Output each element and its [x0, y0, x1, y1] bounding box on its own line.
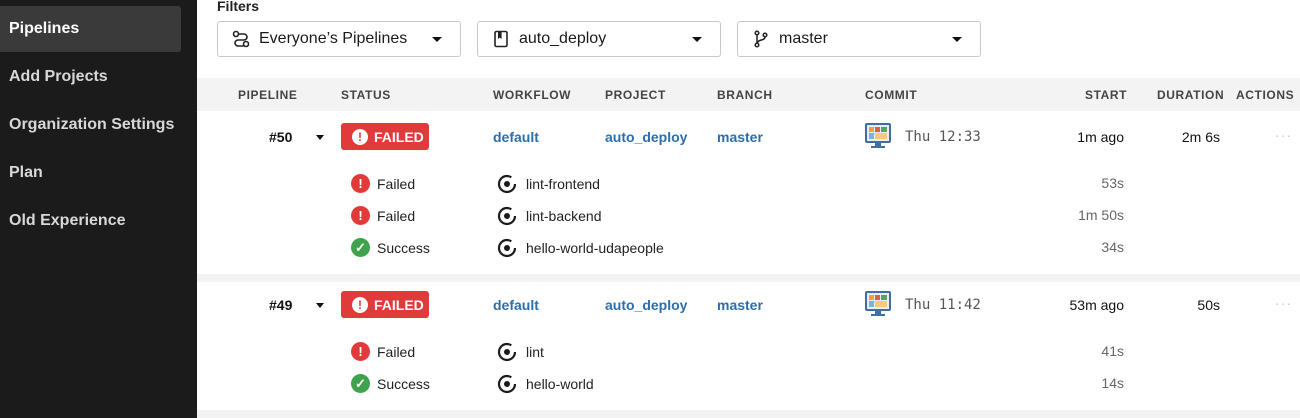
filters-label: Filters	[217, 0, 260, 14]
project-filter-dropdown[interactable]: auto_deploy	[477, 21, 721, 57]
exclamation-circle-icon: !	[351, 174, 370, 193]
pipelines-icon	[232, 30, 250, 48]
pipeline-duration: 2m 6s	[1181, 129, 1220, 145]
group-divider	[197, 410, 1300, 418]
avatar[interactable]	[864, 289, 892, 317]
job-status-label: Success	[377, 239, 430, 256]
sidebar-item-add-projects[interactable]: Add Projects	[0, 54, 181, 100]
header-project: PROJECT	[605, 88, 666, 102]
job-name[interactable]: hello-world	[526, 376, 594, 392]
branch-icon	[752, 30, 770, 48]
pipeline-number[interactable]: #49	[269, 297, 292, 313]
exclamation-circle-icon: !	[351, 206, 370, 225]
chevron-down-icon[interactable]	[316, 303, 324, 308]
pipeline-row-49: #49 ! FAILED default auto_deploy master …	[197, 282, 1300, 410]
job-ring-icon	[497, 374, 517, 394]
job-ring-icon	[497, 342, 517, 362]
chevron-down-icon	[692, 37, 702, 42]
job-link[interactable]: hello-world-udapeople	[497, 238, 664, 258]
header-workflow: WORKFLOW	[493, 88, 572, 102]
pipeline-row-50: #50 ! FAILED default auto_deploy master …	[197, 111, 1300, 274]
header-commit: COMMIT	[865, 88, 918, 102]
pipeline-duration: 50s	[1197, 297, 1220, 313]
pipelines-filter-dropdown[interactable]: Everyone’s Pipelines	[217, 21, 461, 57]
project-filter-value: auto_deploy	[519, 30, 607, 47]
header-pipeline: PIPELINE	[238, 88, 298, 102]
status-badge[interactable]: ! FAILED	[341, 123, 429, 150]
branch-filter-value: master	[779, 30, 828, 47]
bookmark-icon	[492, 30, 510, 48]
avatar[interactable]	[864, 121, 892, 149]
sidebar-item-organization-settings[interactable]: Organization Settings	[0, 102, 181, 148]
group-divider	[197, 274, 1300, 282]
exclamation-circle-icon: !	[352, 296, 368, 313]
branch-link[interactable]: master	[717, 297, 763, 313]
job-status: ! Failed	[351, 174, 415, 193]
pipeline-number[interactable]: #50	[269, 129, 292, 145]
job-name[interactable]: hello-world-udapeople	[526, 240, 664, 256]
status-badge-label: FAILED	[374, 296, 424, 313]
job-link[interactable]: hello-world	[497, 374, 594, 394]
header-actions: ACTIONS	[1236, 88, 1295, 102]
header-status: STATUS	[341, 88, 391, 102]
job-status-label: Failed	[377, 175, 416, 192]
commit-time[interactable]: Thu 11:42	[905, 297, 981, 313]
job-ring-icon	[497, 206, 517, 226]
workflow-link[interactable]: default	[493, 297, 539, 313]
chevron-down-icon	[432, 37, 442, 42]
job-status: ✓ Success	[351, 238, 430, 257]
job-status-label: Success	[377, 375, 430, 392]
chevron-down-icon[interactable]	[316, 135, 324, 140]
workflow-link[interactable]: default	[493, 129, 539, 145]
exclamation-circle-icon: !	[351, 342, 370, 361]
job-status: ! Failed	[351, 206, 415, 225]
job-link[interactable]: lint-backend	[497, 206, 602, 226]
branch-link[interactable]: master	[717, 129, 763, 145]
header-start: START	[1085, 88, 1128, 102]
job-status: ! Failed	[351, 342, 415, 361]
job-name[interactable]: lint-frontend	[526, 176, 600, 192]
job-link[interactable]: lint	[497, 342, 544, 362]
job-ring-icon	[497, 174, 517, 194]
status-badge-label: FAILED	[374, 128, 424, 145]
job-link[interactable]: lint-frontend	[497, 174, 600, 194]
sidebar: Pipelines Add Projects Organization Sett…	[0, 0, 197, 418]
exclamation-circle-icon: !	[352, 128, 368, 145]
job-duration: 14s	[1101, 375, 1124, 391]
job-duration: 41s	[1101, 343, 1124, 359]
commit-time[interactable]: Thu 12:33	[905, 129, 981, 145]
job-status-label: Failed	[377, 207, 416, 224]
job-duration: 1m 50s	[1078, 207, 1124, 223]
header-duration: DURATION	[1157, 88, 1225, 102]
job-status-label: Failed	[377, 343, 416, 360]
table-header: PIPELINE STATUS WORKFLOW PROJECT BRANCH …	[197, 78, 1300, 111]
pipelines-filter-value: Everyone’s Pipelines	[259, 30, 408, 47]
job-name[interactable]: lint	[526, 344, 544, 360]
job-duration: 34s	[1101, 239, 1124, 255]
check-circle-icon: ✓	[351, 238, 370, 257]
sidebar-item-plan[interactable]: Plan	[0, 150, 181, 196]
job-ring-icon	[497, 238, 517, 258]
main-content: Filters Everyone’s Pipelines auto_deploy…	[197, 0, 1300, 418]
actions-menu-button[interactable]: ···	[1275, 295, 1292, 311]
check-circle-icon: ✓	[351, 374, 370, 393]
job-name[interactable]: lint-backend	[526, 208, 602, 224]
job-status: ✓ Success	[351, 374, 430, 393]
sidebar-item-pipelines[interactable]: Pipelines	[0, 6, 181, 52]
status-badge[interactable]: ! FAILED	[341, 291, 429, 318]
project-link[interactable]: auto_deploy	[605, 297, 687, 313]
start-time: 1m ago	[1077, 129, 1124, 145]
chevron-down-icon	[952, 37, 962, 42]
job-duration: 53s	[1101, 175, 1124, 191]
start-time: 53m ago	[1069, 297, 1124, 313]
header-branch: BRANCH	[717, 88, 773, 102]
branch-filter-dropdown[interactable]: master	[737, 21, 981, 57]
project-link[interactable]: auto_deploy	[605, 129, 687, 145]
sidebar-item-old-experience[interactable]: Old Experience	[0, 198, 181, 244]
actions-menu-button[interactable]: ···	[1275, 127, 1292, 143]
